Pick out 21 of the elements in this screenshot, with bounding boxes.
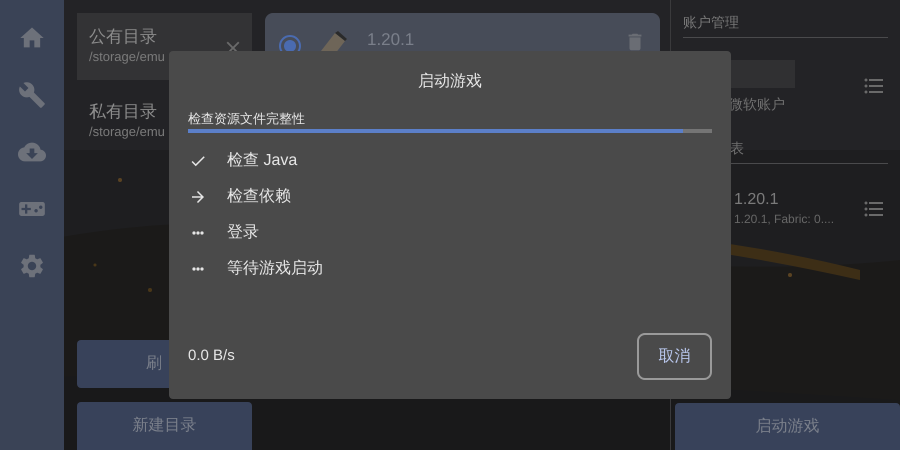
- account-management-title: 账户管理: [683, 0, 888, 38]
- cancel-button[interactable]: 取消: [637, 333, 712, 380]
- task-label: 检查资源文件完整性: [188, 111, 306, 127]
- step-label: 登录: [227, 223, 259, 243]
- version-detail: 1.20.1, Fabric: 0....: [734, 211, 834, 228]
- download-speed: 0.0 B/s: [188, 346, 235, 366]
- settings-icon[interactable]: [18, 252, 46, 280]
- directory-path: /storage/emu: [89, 123, 166, 141]
- version-title: 1.20.1: [734, 190, 778, 210]
- wrench-icon[interactable]: [18, 81, 46, 109]
- directory-name: 公有目录: [89, 26, 157, 48]
- directory-name: 私有目录: [89, 101, 157, 123]
- launch-game-button[interactable]: 启动游戏: [675, 403, 900, 450]
- step-label: 检查依赖: [227, 186, 291, 207]
- step-label: 检查 Java: [227, 150, 298, 171]
- dialog-title: 启动游戏: [417, 72, 483, 92]
- new-directory-button[interactable]: 新建目录: [77, 402, 252, 450]
- version-list-title: 表: [730, 139, 744, 158]
- step-label: 等待游戏启动: [227, 258, 323, 279]
- directory-path: /storage/emu: [89, 48, 166, 66]
- avatar: [729, 60, 795, 88]
